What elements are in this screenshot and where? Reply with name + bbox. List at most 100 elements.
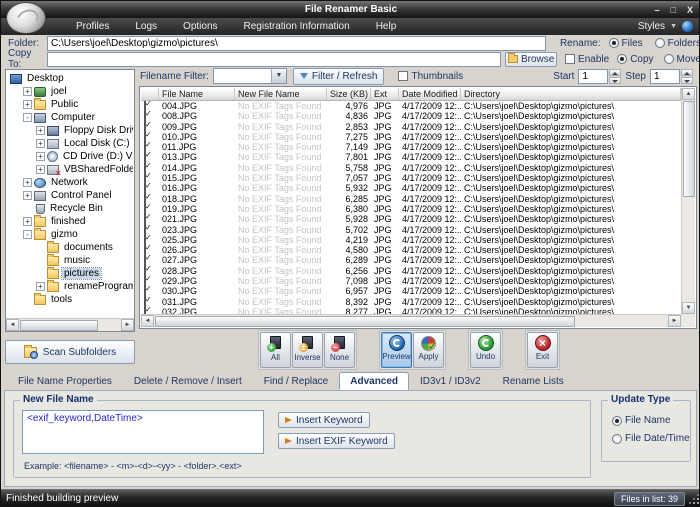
undo-button[interactable]: Undo	[470, 332, 501, 368]
column-header-new-file-name[interactable]: New File Name	[235, 88, 327, 100]
dropdown-arrow-icon[interactable]: ▼	[271, 69, 286, 83]
tab-delete-remove-insert[interactable]: Delete / Remove / Insert	[123, 372, 253, 391]
menu-item-options[interactable]: Options	[170, 21, 230, 32]
checkbox-icon[interactable]	[565, 54, 575, 64]
menu-item-help[interactable]: Help	[363, 21, 410, 32]
checked-checkbox-icon[interactable]	[144, 255, 146, 265]
scroll-up-icon[interactable]: ▲	[682, 88, 695, 100]
tree-item-floppy-disk-drive-a[interactable]: +Floppy Disk Drive (A:)	[7, 124, 133, 137]
tree-expander-icon[interactable]: +	[36, 152, 45, 161]
table-row[interactable]: 023.JPGNo EXIF Tags Found5,702JPG4/17/20…	[141, 225, 681, 235]
column-header-date-modified[interactable]: Date Modified	[399, 88, 461, 100]
checkbox-cell[interactable]	[141, 132, 159, 142]
radio-icon[interactable]	[612, 434, 622, 444]
tree-item-music[interactable]: music	[7, 254, 133, 267]
tree-expander-icon[interactable]: +	[36, 165, 45, 174]
tab-advanced[interactable]: Advanced	[339, 372, 409, 392]
checked-checkbox-icon[interactable]	[144, 163, 146, 173]
checked-checkbox-icon[interactable]	[144, 204, 146, 214]
spin-down-icon[interactable]	[609, 77, 621, 84]
table-row[interactable]: 008.JPGNo EXIF Tags Found4,836JPG4/17/20…	[141, 111, 681, 121]
tree-item-local-disk-c[interactable]: +Local Disk (C:)	[7, 137, 133, 150]
copy-to-input[interactable]	[47, 52, 501, 67]
menu-item-registration-information[interactable]: Registration Information	[231, 21, 363, 32]
spin-up-icon[interactable]	[609, 69, 621, 76]
tree-item-pictures[interactable]: pictures	[7, 267, 133, 280]
table-row[interactable]: 021.JPGNo EXIF Tags Found5,928JPG4/17/20…	[141, 214, 681, 224]
tree-expander-icon[interactable]: +	[23, 191, 32, 200]
tree-item-network[interactable]: +Network	[7, 176, 133, 189]
minimize-button[interactable]: –	[655, 5, 660, 15]
checked-checkbox-icon[interactable]	[144, 307, 146, 314]
table-row[interactable]: 015.JPGNo EXIF Tags Found7,057JPG4/17/20…	[141, 173, 681, 183]
radio-icon[interactable]	[664, 54, 674, 64]
menu-item-profiles[interactable]: Profiles	[63, 21, 122, 32]
checked-checkbox-icon[interactable]	[144, 235, 146, 245]
scrollbar-thumb[interactable]	[683, 101, 695, 197]
table-row[interactable]: 004.JPGNo EXIF Tags Found4,976JPG4/17/20…	[141, 101, 681, 111]
folder-input[interactable]: C:\Users\joel\Desktop\gizmo\pictures\	[47, 36, 546, 51]
column-header-file-name[interactable]: File Name	[159, 88, 235, 100]
table-row[interactable]: 030.JPGNo EXIF Tags Found6,957JPG4/17/20…	[141, 286, 681, 296]
table-horizontal-scrollbar[interactable]: ◄ ►	[141, 314, 681, 327]
tree-item-tools[interactable]: tools	[7, 293, 133, 306]
scroll-down-icon[interactable]: ▼	[682, 302, 695, 314]
browse-button[interactable]: Browse	[505, 52, 557, 67]
table-row[interactable]: 013.JPGNo EXIF Tags Found7,801JPG4/17/20…	[141, 152, 681, 162]
maximize-button[interactable]: □	[671, 5, 676, 15]
tree-item-public[interactable]: +Public	[7, 98, 133, 111]
checkbox-cell[interactable]	[141, 235, 159, 245]
table-row[interactable]: 031.JPGNo EXIF Tags Found8,392JPG4/17/20…	[141, 297, 681, 307]
checkbox-cell[interactable]	[141, 111, 159, 121]
scroll-left-icon[interactable]: ◄	[141, 315, 154, 327]
column-header-size-kb[interactable]: Size (KB)	[327, 88, 371, 100]
table-row[interactable]: 010.JPGNo EXIF Tags Found7,275JPG4/17/20…	[141, 132, 681, 142]
preview-button[interactable]: Preview	[381, 332, 412, 368]
scroll-right-icon[interactable]: ►	[121, 319, 134, 331]
radio-icon[interactable]	[655, 38, 665, 48]
checked-checkbox-icon[interactable]	[144, 132, 146, 142]
insert-keyword-button[interactable]: Insert Keyword	[278, 412, 370, 428]
filter-refresh-button[interactable]: Filter / Refresh	[293, 68, 385, 85]
checked-checkbox-icon[interactable]	[144, 152, 146, 162]
tab-rename-lists[interactable]: Rename Lists	[492, 372, 575, 391]
inverse-button[interactable]: ±Inverse	[292, 332, 323, 368]
checkbox-cell[interactable]	[141, 214, 159, 224]
column-header-directory[interactable]: Directory	[461, 88, 681, 100]
tree-expander-icon[interactable]: +	[36, 139, 45, 148]
checkbox-cell[interactable]	[141, 122, 159, 132]
checkbox-cell[interactable]	[141, 142, 159, 152]
tree-item-renameprograms[interactable]: +renamePrograms	[7, 280, 133, 293]
checkbox-cell[interactable]	[141, 225, 159, 235]
column-header-checkbox[interactable]	[141, 88, 159, 100]
scrollbar-thumb[interactable]	[155, 316, 575, 327]
checkbox-cell[interactable]	[141, 204, 159, 214]
checkbox-cell[interactable]	[141, 183, 159, 193]
resize-grip[interactable]	[690, 495, 699, 504]
checkbox-cell[interactable]	[141, 286, 159, 296]
tree-expander-icon[interactable]: -	[23, 230, 32, 239]
tree-item-gizmo[interactable]: -gizmo	[7, 228, 133, 241]
rename-radio-files[interactable]: Files	[609, 38, 643, 49]
tree-expander-icon[interactable]: +	[36, 126, 45, 135]
table-row[interactable]: 028.JPGNo EXIF Tags Found6,256JPG4/17/20…	[141, 266, 681, 276]
checkbox-cell[interactable]	[141, 276, 159, 286]
copymove-radio-move[interactable]: Move	[664, 54, 700, 65]
tree-expander-icon[interactable]: +	[23, 217, 32, 226]
radio-icon[interactable]	[609, 38, 619, 48]
radio-icon[interactable]	[612, 416, 622, 426]
exit-button[interactable]: ×Exit	[527, 332, 558, 368]
tree-horizontal-scrollbar[interactable]: ◄ ►	[6, 318, 134, 331]
tab-id3v1-id3v2[interactable]: ID3v1 / ID3v2	[409, 372, 492, 391]
thumbnails-checkbox[interactable]: Thumbnails	[398, 71, 463, 82]
checkbox-cell[interactable]	[141, 152, 159, 162]
table-vertical-scrollbar[interactable]: ▲ ▼	[681, 88, 695, 314]
update-type-radio-file-date-time[interactable]: File Date/Time	[612, 433, 690, 444]
table-row[interactable]: 014.JPGNo EXIF Tags Found5,758JPG4/17/20…	[141, 163, 681, 173]
scrollbar-thumb[interactable]	[20, 320, 98, 331]
all-button[interactable]: +All	[260, 332, 291, 368]
checked-checkbox-icon[interactable]	[144, 297, 146, 307]
checked-checkbox-icon[interactable]	[144, 142, 146, 152]
checkbox-cell[interactable]	[141, 163, 159, 173]
checked-checkbox-icon[interactable]	[144, 101, 146, 111]
